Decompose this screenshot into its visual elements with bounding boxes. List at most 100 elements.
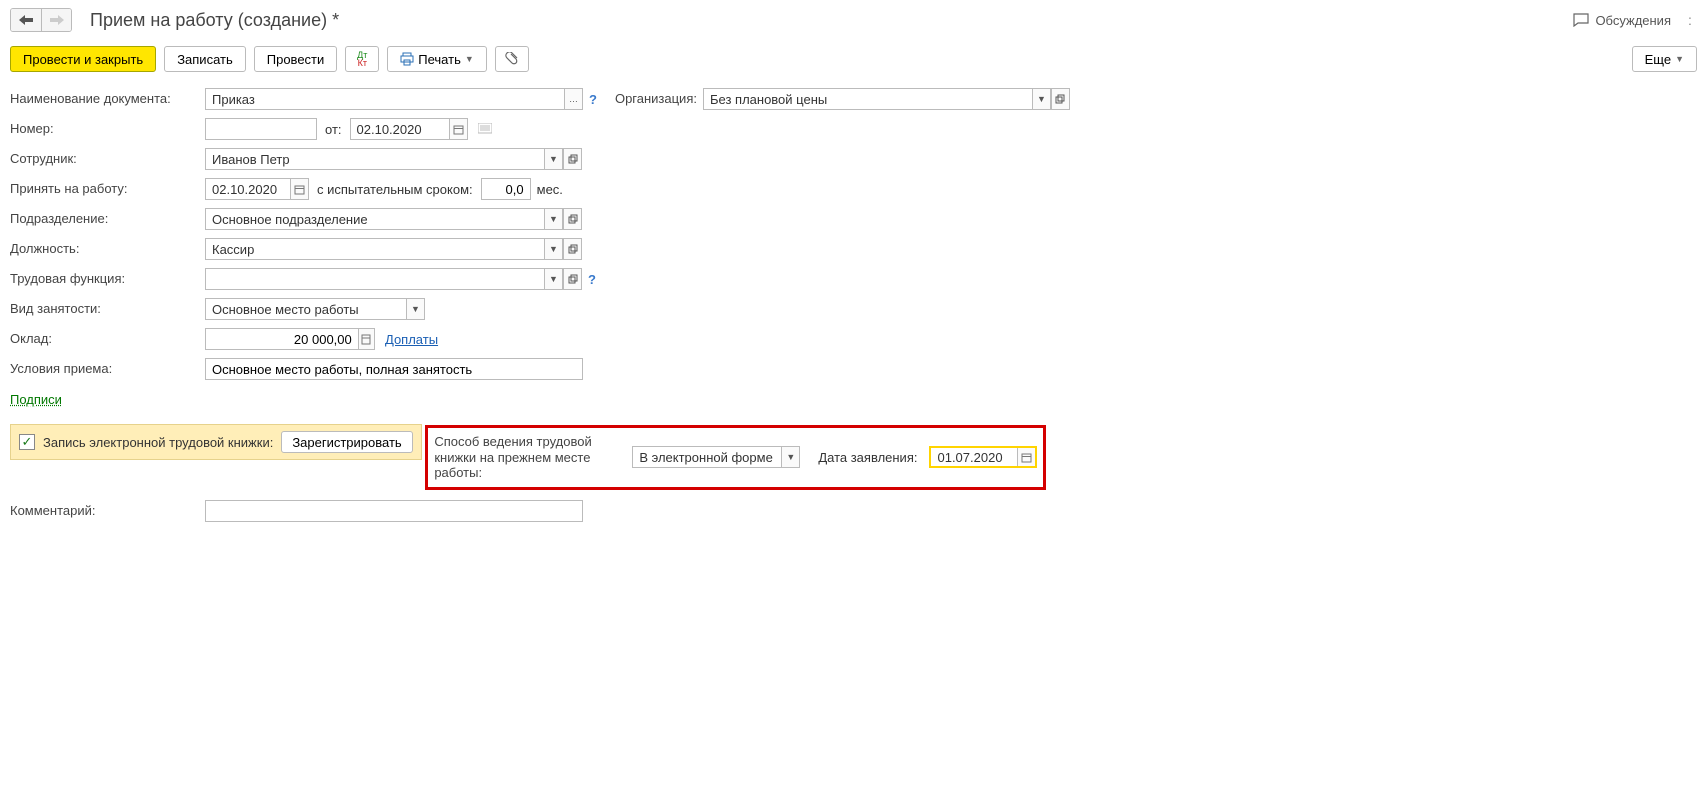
etk-checkbox[interactable]: ✓ [19,434,35,450]
nav-forward-button[interactable] [41,9,71,31]
employment-type-value: Основное место работы [206,299,406,319]
probation-input[interactable] [481,178,531,200]
dtkt-icon: ДтКт [357,51,367,67]
chevron-down-icon[interactable]: ▼ [1032,89,1050,109]
open-icon [563,209,581,229]
employment-type-select[interactable]: Основное место работы ▼ [205,298,425,320]
arrow-left-icon [19,15,33,25]
position-open-button[interactable] [562,238,582,260]
application-date-input[interactable]: 01.07.2020 [929,446,1037,468]
chat-icon [1573,13,1589,27]
open-icon [1051,89,1069,109]
nav-back-button[interactable] [11,9,41,31]
chevron-down-icon[interactable]: ▼ [544,269,562,289]
number-label: Номер: [10,121,205,137]
page-title: Прием на работу (создание) * [90,10,339,31]
signatures-link[interactable]: Подписи [10,392,62,407]
employee-label: Сотрудник: [10,151,205,167]
more-button[interactable]: Еще ▼ [1632,46,1697,72]
department-select[interactable]: Основное подразделение ▼ [205,208,563,230]
dtkt-button[interactable]: ДтКт [345,46,379,72]
header-bar: Прием на работу (создание) * Обсуждения … [10,6,1697,34]
chevron-down-icon[interactable]: ▼ [544,239,562,259]
method-value: В электронной форме [633,447,781,467]
arrow-right-icon [50,15,64,25]
chevron-down-icon[interactable]: ▼ [544,149,562,169]
etk-box: ✓ Запись электронной трудовой книжки: За… [10,424,422,460]
labor-function-value [206,269,544,289]
ot-label: от: [325,122,342,137]
number-field[interactable] [206,119,316,139]
application-date-label: Дата заявления: [818,450,917,465]
date-input[interactable]: 02.10.2020 [350,118,468,140]
date-value: 02.10.2020 [351,119,449,139]
salary-label: Оклад: [10,331,205,347]
hire-date-label: Принять на работу: [10,181,205,197]
department-open-button[interactable] [562,208,582,230]
org-value: Без плановой цены [704,89,1032,109]
labor-function-label: Трудовая функция: [10,271,205,287]
hire-date-input[interactable]: 02.10.2020 [205,178,309,200]
comment-field[interactable] [206,501,582,521]
calendar-icon[interactable] [1017,448,1035,466]
post-button[interactable]: Провести [254,46,338,72]
labor-function-open-button[interactable] [562,268,582,290]
method-select[interactable]: В электронной форме ▼ [632,446,800,468]
employee-value: Иванов Петр [206,149,544,169]
open-icon [563,269,581,289]
probation-label: с испытательным сроком: [317,182,473,197]
salary-field[interactable] [206,329,358,349]
conditions-field[interactable] [206,359,582,379]
open-icon [563,239,581,259]
register-button[interactable]: Зарегистрировать [281,431,412,453]
application-date-value: 01.07.2020 [931,448,1017,466]
save-button[interactable]: Записать [164,46,246,72]
conditions-label: Условия приема: [10,361,205,377]
calendar-icon[interactable] [449,119,467,139]
toolbar: Провести и закрыть Записать Провести ДтК… [10,46,1697,72]
extra-pay-link[interactable]: Доплаты [385,332,438,347]
comment-input[interactable] [205,500,583,522]
print-button[interactable]: Печать ▼ [387,46,487,72]
calculator-icon[interactable] [358,329,374,349]
number-input[interactable] [205,118,317,140]
chevron-down-icon[interactable]: ▼ [544,209,562,229]
chevron-down-icon[interactable]: ▼ [781,447,799,467]
probation-field[interactable] [482,179,530,199]
open-icon [563,149,581,169]
calendar-icon[interactable] [290,179,308,199]
org-open-button[interactable] [1050,88,1070,110]
chevron-down-icon: ▼ [465,54,474,64]
nav-buttons [10,8,72,32]
org-select[interactable]: Без плановой цены ▼ [703,88,1051,110]
conditions-input[interactable] [205,358,583,380]
help-icon[interactable]: ? [588,272,596,287]
org-label: Организация: [615,91,697,107]
employee-open-button[interactable] [562,148,582,170]
attach-button[interactable] [495,46,529,72]
post-close-button[interactable]: Провести и закрыть [10,46,156,72]
more-label: Еще [1645,52,1671,67]
doc-name-value: Приказ [206,89,564,109]
labor-function-select[interactable]: ▼ [205,268,563,290]
employment-type-label: Вид занятости: [10,301,205,317]
expand-icon[interactable]: : [1683,12,1697,28]
stamp-icon[interactable] [478,123,492,135]
discussions-link[interactable]: Обсуждения [1595,13,1671,28]
print-label: Печать [418,52,461,67]
position-value: Кассир [206,239,544,259]
employee-select[interactable]: Иванов Петр ▼ [205,148,563,170]
salary-input[interactable] [205,328,375,350]
select-ellipsis-icon[interactable]: … [564,89,582,109]
help-icon[interactable]: ? [589,92,597,107]
doc-name-select[interactable]: Приказ … [205,88,583,110]
paperclip-icon [505,52,519,66]
highlighted-row: Способ ведения трудовой книжки на прежне… [425,425,1046,490]
form-area: Наименование документа: Приказ … ? Орган… [10,86,1090,524]
chevron-down-icon: ▼ [1675,54,1684,64]
comment-label: Комментарий: [10,503,205,519]
chevron-down-icon[interactable]: ▼ [406,299,424,319]
department-value: Основное подразделение [206,209,544,229]
position-select[interactable]: Кассир ▼ [205,238,563,260]
hire-date-value: 02.10.2020 [206,179,290,199]
